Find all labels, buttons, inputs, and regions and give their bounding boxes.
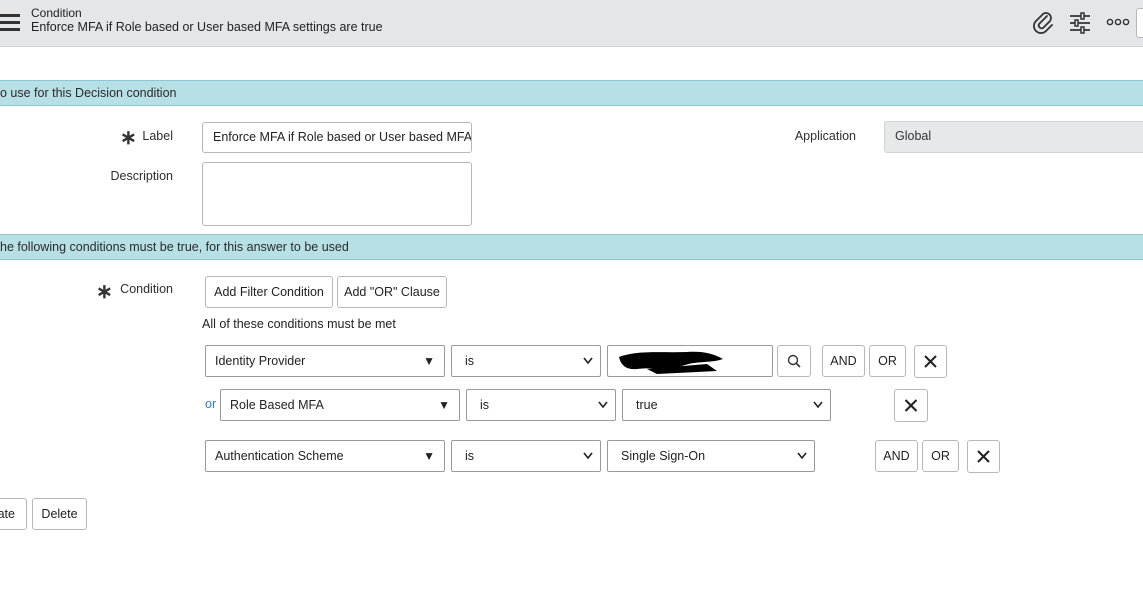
menu-icon[interactable] — [0, 14, 22, 32]
label-input[interactable]: Enforce MFA if Role based or User based … — [202, 122, 472, 153]
condition-operator-select[interactable]: is — [451, 345, 601, 377]
condition-operator-select[interactable]: is — [451, 440, 601, 472]
add-or-clause-button[interactable]: Add "OR" Clause — [337, 276, 447, 308]
dropdown-caret-icon: ▼ — [423, 449, 435, 463]
condition-operator-value: is — [480, 398, 490, 412]
and-button[interactable]: AND — [822, 345, 865, 377]
condition-operator-select[interactable]: is — [466, 389, 616, 421]
more-options-icon[interactable] — [1106, 16, 1130, 28]
chevron-down-icon — [598, 401, 608, 409]
condition-value-select[interactable]: Single Sign-On — [607, 440, 815, 472]
condition-value-select[interactable]: true — [622, 389, 831, 421]
close-icon — [924, 355, 937, 368]
condition-value-text: Single Sign-On — [621, 449, 706, 463]
or-button[interactable]: OR — [869, 345, 906, 377]
header-edge-button[interactable] — [1136, 8, 1143, 38]
close-icon — [904, 399, 918, 412]
all-conditions-text: All of these conditions must be met — [202, 317, 396, 331]
description-field-label: Description — [110, 169, 173, 183]
condition-field-value: Role Based MFA — [230, 398, 324, 412]
header-subtitle: Enforce MFA if Role based or User based … — [31, 20, 383, 34]
condition-operator-value: is — [465, 449, 475, 463]
search-icon — [787, 354, 801, 368]
form-header: Condition Enforce MFA if Role based or U… — [0, 0, 1143, 47]
or-prefix-label: or — [205, 397, 217, 411]
condition-field-select[interactable]: Identity Provider ▼ — [205, 345, 445, 377]
delete-button[interactable]: Delete — [32, 498, 87, 530]
section-header-decision: o use for this Decision condition — [0, 80, 1143, 106]
remove-condition-button[interactable] — [914, 345, 947, 378]
redaction-mark — [617, 347, 725, 375]
application-value: Global — [884, 121, 1143, 153]
header-title: Condition — [31, 6, 82, 20]
close-icon — [977, 450, 990, 463]
condition-field-select[interactable]: Authentication Scheme ▼ — [205, 440, 445, 472]
label-field-label: Label — [142, 129, 173, 143]
condition-operator-value: is — [465, 354, 475, 368]
add-filter-condition-button[interactable]: Add Filter Condition — [205, 276, 333, 308]
remove-condition-button[interactable] — [967, 440, 1000, 473]
condition-field-value: Authentication Scheme — [215, 449, 344, 463]
lookup-search-button[interactable] — [777, 345, 811, 377]
section-header-conditions: he following conditions must be true, fo… — [0, 234, 1143, 260]
condition-field-select[interactable]: Role Based MFA ▼ — [220, 389, 460, 421]
condition-value-text: true — [636, 398, 658, 412]
remove-condition-button[interactable] — [894, 389, 928, 422]
paperclip-icon[interactable] — [1032, 11, 1054, 35]
chevron-down-icon — [583, 452, 593, 460]
and-button[interactable]: AND — [875, 440, 918, 472]
chevron-down-icon — [797, 452, 807, 460]
or-button[interactable]: OR — [922, 440, 959, 472]
dropdown-caret-icon: ▼ — [423, 354, 435, 368]
dropdown-caret-icon: ▼ — [438, 398, 450, 412]
description-textarea[interactable] — [202, 162, 472, 226]
settings-sliders-icon[interactable] — [1069, 11, 1091, 35]
condition-field-value: Identity Provider — [215, 354, 306, 368]
chevron-down-icon — [583, 357, 593, 365]
application-field-label: Application — [794, 129, 856, 143]
chevron-down-icon — [813, 401, 823, 409]
update-button[interactable]: ate — [0, 498, 27, 530]
condition-field-label: Condition — [120, 282, 173, 296]
